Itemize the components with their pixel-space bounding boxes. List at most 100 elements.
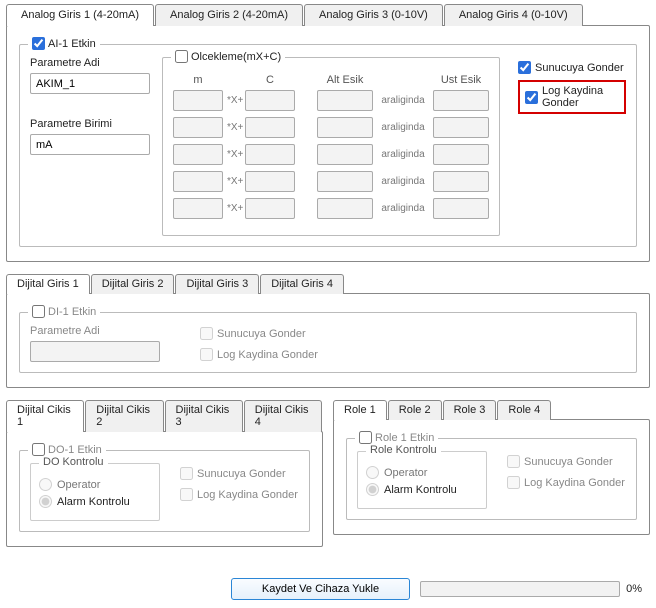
tab-dicikis-3[interactable]: Dijital Cikis 3	[165, 400, 243, 432]
do-kontrolu-label: DO Kontrolu	[39, 456, 108, 468]
c-field[interactable]	[245, 198, 295, 219]
ust-esik-field[interactable]	[433, 90, 489, 111]
tab-digiris-4[interactable]: Dijital Giris 4	[260, 274, 344, 294]
do-enable-checkbox[interactable]	[32, 443, 45, 456]
tab-role-4[interactable]: Role 4	[497, 400, 551, 420]
di-log-checkbox[interactable]	[200, 348, 213, 361]
scaling-label: Olcekleme(mX+C)	[191, 51, 281, 63]
c-field[interactable]	[245, 117, 295, 138]
di-sunucuya-checkbox[interactable]	[200, 327, 213, 340]
hdr-m: m	[173, 74, 223, 86]
log-kaydina-gonder-checkbox[interactable]	[525, 91, 538, 104]
do-log-checkbox[interactable]	[180, 488, 193, 501]
alt-esik-field[interactable]	[317, 144, 373, 165]
tab-digiris-1[interactable]: Dijital Giris 1	[6, 274, 90, 294]
do-enable-label: DO-1 Etkin	[48, 444, 102, 456]
analog-tabs: Analog Giris 1 (4-20mA) Analog Giris 2 (…	[6, 4, 650, 26]
alt-esik-field[interactable]	[317, 90, 373, 111]
tab-dicikis-4[interactable]: Dijital Cikis 4	[244, 400, 322, 432]
m-field[interactable]	[173, 171, 223, 192]
di-enable-group: DI-1 Etkin Parametre Adi Sunucuya Gonder…	[19, 312, 637, 373]
param-name-field[interactable]	[30, 73, 150, 94]
ust-esik-field[interactable]	[433, 117, 489, 138]
alt-esik-field[interactable]	[317, 117, 373, 138]
role-kontrolu-label: Role Kontrolu	[366, 444, 441, 456]
scale-row: *X+ araliginda	[173, 144, 489, 165]
di-log-label: Log Kaydina Gonder	[217, 349, 318, 361]
hdr-alt-esik: Alt Esik	[317, 74, 373, 86]
tab-role-3[interactable]: Role 3	[443, 400, 497, 420]
c-field[interactable]	[245, 171, 295, 192]
m-field[interactable]	[173, 198, 223, 219]
di-enable-checkbox[interactable]	[32, 305, 45, 318]
tab-analog-1[interactable]: Analog Giris 1 (4-20mA)	[6, 4, 154, 26]
tab-dicikis-2[interactable]: Dijital Cikis 2	[85, 400, 163, 432]
ust-esik-field[interactable]	[433, 144, 489, 165]
scale-row: *X+ araliginda	[173, 90, 489, 111]
di-param-name-label: Parametre Adi	[30, 325, 160, 337]
digital-cikis-tabs: Dijital Cikis 1 Dijital Cikis 2 Dijital …	[6, 400, 323, 432]
digital-cikis-panel: DO-1 Etkin DO Kontrolu Operator Alarm Ko…	[6, 431, 323, 547]
role-alarm-radio[interactable]	[366, 483, 379, 496]
analog-panel: AI-1 Etkin Parametre Adi Parametre Birim…	[6, 25, 650, 262]
di-enable-label: DI-1 Etkin	[48, 306, 96, 318]
do-operator-label: Operator	[57, 479, 100, 491]
save-upload-button[interactable]: Kaydet Ve Cihaza Yukle	[231, 578, 410, 600]
ai-enable-checkbox[interactable]	[32, 37, 45, 50]
do-kontrolu-group: DO Kontrolu Operator Alarm Kontrolu	[30, 463, 160, 521]
tab-role-2[interactable]: Role 2	[388, 400, 442, 420]
role-alarm-label: Alarm Kontrolu	[384, 484, 457, 496]
role-log-label: Log Kaydina Gonder	[524, 477, 625, 489]
progress-text: 0%	[626, 583, 642, 595]
ust-esik-field[interactable]	[433, 198, 489, 219]
digital-giris-tabs: Dijital Giris 1 Dijital Giris 2 Dijital …	[6, 274, 650, 294]
role-panel: Role 1 Etkin Role Kontrolu Operator Alar…	[333, 419, 650, 535]
role-sunucuya-checkbox[interactable]	[507, 455, 520, 468]
do-operator-radio[interactable]	[39, 478, 52, 491]
param-name-label: Parametre Adi	[30, 57, 150, 69]
tab-digiris-3[interactable]: Dijital Giris 3	[175, 274, 259, 294]
sunucuya-gonder-label: Sunucuya Gonder	[535, 62, 624, 74]
scaling-checkbox[interactable]	[175, 50, 188, 63]
do-alarm-radio[interactable]	[39, 495, 52, 508]
role-sunucuya-label: Sunucuya Gonder	[524, 456, 613, 468]
log-kaydina-gonder-label: Log Kaydina Gonder	[542, 85, 619, 109]
ust-esik-field[interactable]	[433, 171, 489, 192]
scale-row: *X+ araliginda	[173, 117, 489, 138]
do-log-label: Log Kaydina Gonder	[197, 489, 298, 501]
di-sunucuya-label: Sunucuya Gonder	[217, 328, 306, 340]
tab-dicikis-1[interactable]: Dijital Cikis 1	[6, 400, 84, 432]
do-sunucuya-checkbox[interactable]	[180, 467, 193, 480]
c-field[interactable]	[245, 90, 295, 111]
role-kontrolu-group: Role Kontrolu Operator Alarm Kontrolu	[357, 451, 487, 509]
di-param-name-field[interactable]	[30, 341, 160, 362]
role-log-checkbox[interactable]	[507, 476, 520, 489]
do-enable-group: DO-1 Etkin DO Kontrolu Operator Alarm Ko…	[19, 450, 310, 532]
scale-row: *X+ araliginda	[173, 171, 489, 192]
scaling-group: Olcekleme(mX+C) m C Alt Esik Ust Esik	[162, 57, 500, 236]
role-enable-group: Role 1 Etkin Role Kontrolu Operator Alar…	[346, 438, 637, 520]
m-field[interactable]	[173, 117, 223, 138]
m-field[interactable]	[173, 144, 223, 165]
param-unit-field[interactable]	[30, 134, 150, 155]
do-alarm-label: Alarm Kontrolu	[57, 496, 130, 508]
hdr-c: C	[245, 74, 295, 86]
tab-analog-4[interactable]: Analog Giris 4 (0-10V)	[444, 4, 583, 26]
tab-analog-3[interactable]: Analog Giris 3 (0-10V)	[304, 4, 443, 26]
progress-bar	[420, 581, 620, 597]
role-enable-label: Role 1 Etkin	[375, 432, 434, 444]
alt-esik-field[interactable]	[317, 171, 373, 192]
tab-digiris-2[interactable]: Dijital Giris 2	[91, 274, 175, 294]
role-enable-checkbox[interactable]	[359, 431, 372, 444]
tab-role-1[interactable]: Role 1	[333, 400, 387, 420]
tab-analog-2[interactable]: Analog Giris 2 (4-20mA)	[155, 4, 303, 26]
role-operator-radio[interactable]	[366, 466, 379, 479]
scale-row: *X+ araliginda	[173, 198, 489, 219]
hdr-ust-esik: Ust Esik	[433, 74, 489, 86]
sunucuya-gonder-checkbox[interactable]	[518, 61, 531, 74]
role-tabs: Role 1 Role 2 Role 3 Role 4	[333, 400, 650, 420]
footer: Kaydet Ve Cihaza Yukle 0%	[0, 578, 648, 600]
alt-esik-field[interactable]	[317, 198, 373, 219]
m-field[interactable]	[173, 90, 223, 111]
c-field[interactable]	[245, 144, 295, 165]
